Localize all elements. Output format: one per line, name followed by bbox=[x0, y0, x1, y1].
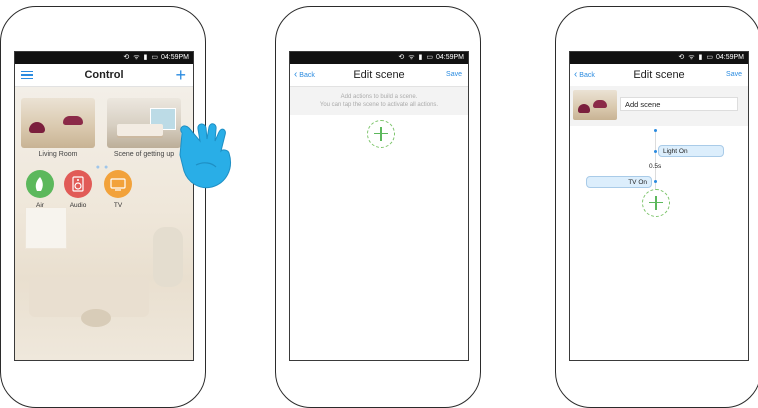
tv-icon bbox=[110, 178, 126, 191]
edit-scene-screen: ⟲ ᯤ ▮ ▭ 04:59PM ‹ Back Edit scene Save Ad… bbox=[289, 51, 469, 361]
status-bar: ⟲ ᯤ ▮ ▭ 04:59PM bbox=[290, 52, 468, 64]
scene-card-getting-up[interactable] bbox=[107, 98, 181, 148]
scene-label: Living Room bbox=[38, 151, 78, 158]
bed-graphic bbox=[63, 116, 83, 125]
add-action-button[interactable] bbox=[642, 189, 670, 217]
signal-icons: ⟲ ᯤ ▮ ▭ bbox=[123, 54, 159, 61]
scene-header: Add scene bbox=[570, 86, 748, 126]
bed-graphic bbox=[117, 124, 163, 136]
bg-dog bbox=[81, 309, 111, 327]
tapping-hand-icon bbox=[179, 123, 231, 189]
bg-window bbox=[25, 207, 67, 249]
page-title: Control bbox=[84, 69, 124, 81]
air-icon bbox=[35, 177, 43, 191]
save-button[interactable]: Save bbox=[446, 64, 462, 86]
device-label: Audio bbox=[69, 202, 87, 209]
timeline-dot bbox=[654, 180, 657, 183]
scene-thumbnail[interactable] bbox=[573, 90, 617, 120]
speaker-icon bbox=[72, 176, 84, 192]
action-light-on[interactable]: Light On bbox=[658, 145, 724, 157]
device-tv-button[interactable] bbox=[104, 170, 132, 198]
timeline-dot bbox=[654, 129, 657, 132]
device-label: TV bbox=[113, 202, 123, 209]
scene-card-living-room[interactable] bbox=[21, 98, 95, 148]
empty-hint: Add actions to build a scene. You can ta… bbox=[290, 87, 468, 115]
device-label: Air bbox=[36, 202, 44, 209]
delay-label[interactable]: 0.5s bbox=[649, 163, 661, 170]
phone-frame-control: ⟲ ᯤ ▮ ▭ 04:59PM Control + Living Room Sce… bbox=[0, 6, 231, 408]
status-time: 04:59PM bbox=[715, 54, 744, 61]
hint-line: Add actions to build a scene. bbox=[340, 94, 418, 100]
edit-navbar: ‹ Back Edit scene Save bbox=[290, 64, 468, 87]
signal-icons: ⟲ ᯤ ▮ ▭ bbox=[678, 54, 714, 61]
signal-icons: ⟲ ᯤ ▮ ▭ bbox=[398, 54, 434, 61]
chair-graphic bbox=[29, 122, 45, 133]
status-bar: ⟲ ᯤ ▮ ▭ 04:59PM bbox=[15, 52, 193, 64]
edit-navbar: ‹ Back Edit scene Save bbox=[570, 64, 748, 87]
status-time: 04:59PM bbox=[160, 54, 189, 61]
phone-frame-edit-actions: ⟲ ᯤ ▮ ▭ 04:59PM ‹ Back Edit scene Save Ad… bbox=[555, 6, 758, 408]
add-icon[interactable]: + bbox=[175, 66, 186, 84]
edit-scene-screen: ⟲ ᯤ ▮ ▭ 04:59PM ‹ Back Edit scene Save Ad… bbox=[569, 51, 749, 361]
status-time: 04:59PM bbox=[435, 54, 464, 61]
hint-line: You can tap the scene to activate all ac… bbox=[319, 102, 439, 108]
control-screen: ⟲ ᯤ ▮ ▭ 04:59PM Control + Living Room Sce… bbox=[14, 51, 194, 361]
scene-label: Scene of getting up bbox=[113, 151, 175, 158]
status-bar: ⟲ ᯤ ▮ ▭ 04:59PM bbox=[570, 52, 748, 64]
action-tv-on[interactable]: TV On bbox=[586, 176, 652, 188]
add-action-button[interactable] bbox=[367, 120, 395, 148]
bg-plant bbox=[153, 227, 183, 287]
control-navbar: Control + bbox=[15, 64, 193, 87]
page-title: Edit scene bbox=[633, 69, 685, 81]
timeline-dot bbox=[654, 150, 657, 153]
save-button[interactable]: Save bbox=[726, 64, 742, 86]
device-air-button[interactable] bbox=[26, 170, 54, 198]
scene-name-field[interactable]: Add scene bbox=[620, 97, 738, 111]
page-title: Edit scene bbox=[353, 69, 405, 81]
phone-frame-edit-empty: ⟲ ᯤ ▮ ▭ 04:59PM ‹ Back Edit scene Save Ad… bbox=[275, 6, 481, 408]
device-audio-button[interactable] bbox=[64, 170, 92, 198]
